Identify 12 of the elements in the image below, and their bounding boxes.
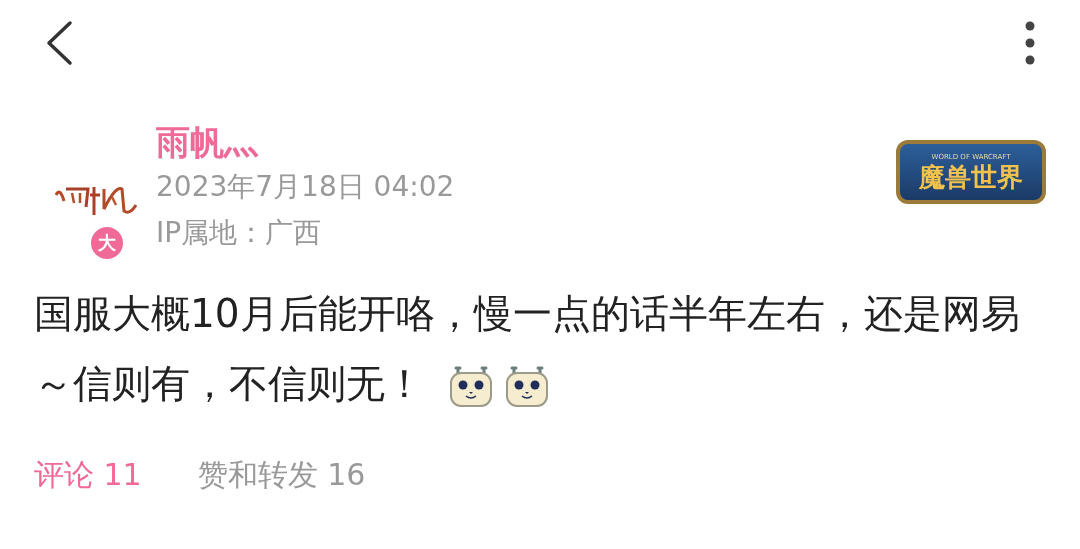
more-icon[interactable] — [1024, 20, 1036, 66]
tab[interactable]: 评论 11 — [34, 455, 142, 495]
level-badge: 大 — [89, 225, 125, 261]
dog-sticker-icon — [448, 364, 494, 409]
ip-location: IP属地：广西 — [156, 215, 323, 251]
logo-title: 魔兽世界 — [919, 161, 1023, 192]
tab[interactable]: 赞和转发 16 — [197, 455, 366, 495]
back-icon[interactable] — [44, 20, 74, 66]
post-date: 2023年7月18日 04:02 — [156, 169, 456, 205]
post-text: 国服大概10月后能开咯，慢一点的话半年左右，还是网易～信则有，不信则无！ — [34, 279, 1046, 419]
dog-sticker-icon — [504, 364, 550, 409]
author-name[interactable]: 雨帆灬 — [156, 120, 896, 164]
